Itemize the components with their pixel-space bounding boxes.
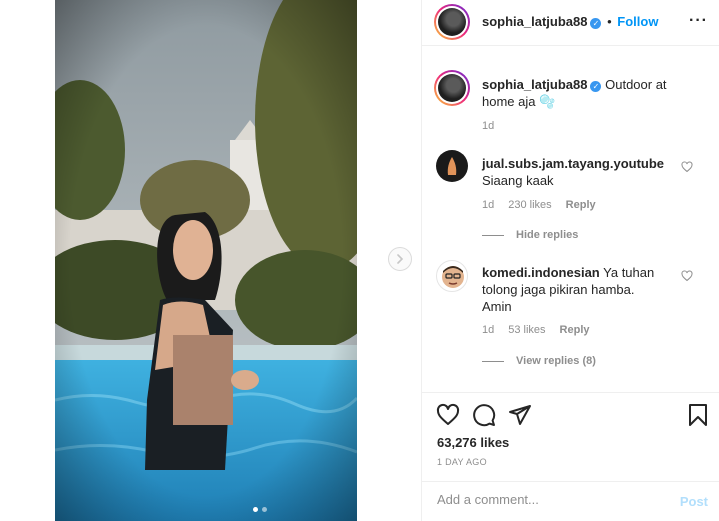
comment-text: Siaang kaak bbox=[482, 173, 554, 188]
commenter-avatar[interactable] bbox=[436, 260, 468, 292]
comment-composer: Post bbox=[422, 481, 719, 521]
caption-age: 1d bbox=[482, 120, 495, 132]
commenter-username[interactable]: komedi.indonesian bbox=[482, 265, 600, 280]
comment-like-heart-icon[interactable] bbox=[681, 270, 693, 282]
comment-body: jual.subs.jam.tayang.youtube Siaang kaak bbox=[482, 155, 664, 189]
verified-badge-icon: ✓ bbox=[590, 81, 602, 92]
send-icon[interactable] bbox=[508, 403, 532, 427]
comment-likes[interactable]: 230 likes bbox=[508, 199, 551, 211]
follow-button[interactable]: Follow bbox=[617, 14, 658, 29]
comment-meta: 1d 53 likes Reply bbox=[482, 324, 604, 336]
post-actions: 63,276 likes 1 DAY AGO Post bbox=[422, 392, 719, 521]
comment-age: 1d bbox=[482, 324, 495, 336]
post-sidebar: sophia_latjuba88 ✓ • Follow ··· sophia_la… bbox=[421, 0, 719, 521]
comment-text-line-1: Ya tuhan bbox=[603, 265, 655, 280]
comment-meta: 1d 230 likes Reply bbox=[482, 199, 610, 211]
more-options-icon[interactable]: ··· bbox=[689, 12, 708, 30]
post-photo-illustration bbox=[55, 0, 357, 521]
reply-button[interactable]: Reply bbox=[566, 199, 596, 211]
comment-icon[interactable] bbox=[472, 403, 496, 427]
likes-count[interactable]: 63,276 likes bbox=[437, 435, 509, 450]
comment-body: komedi.indonesian Ya tuhan tolong jaga p… bbox=[482, 264, 682, 315]
hide-replies-toggle[interactable]: Hide replies bbox=[482, 229, 578, 241]
comment-text-line-3: Amin bbox=[482, 299, 512, 314]
author-username[interactable]: sophia_latjuba88 bbox=[482, 14, 587, 29]
post-comment-button[interactable]: Post bbox=[680, 494, 708, 509]
view-replies-label: View replies (8) bbox=[516, 355, 596, 367]
post-timestamp[interactable]: 1 DAY AGO bbox=[437, 457, 487, 467]
carousel-dot-active bbox=[253, 507, 258, 512]
hide-replies-label: Hide replies bbox=[516, 229, 579, 241]
dot-separator: • bbox=[607, 14, 612, 29]
carousel-indicator bbox=[253, 507, 267, 512]
comment-likes[interactable]: 53 likes bbox=[508, 324, 545, 336]
view-replies-toggle[interactable]: View replies (8) bbox=[482, 355, 596, 367]
caption-author-avatar[interactable] bbox=[434, 70, 470, 106]
media-pane bbox=[0, 0, 421, 521]
comment-text-line-2: tolong jaga pikiran hamba. bbox=[482, 282, 635, 297]
caption-username[interactable]: sophia_latjuba88 bbox=[482, 77, 587, 92]
chevron-right-icon bbox=[397, 254, 404, 264]
caption-emoji: 🫧 bbox=[539, 94, 556, 109]
verified-badge-icon: ✓ bbox=[590, 18, 602, 29]
comment-age: 1d bbox=[482, 199, 495, 211]
add-comment-input[interactable] bbox=[437, 492, 657, 507]
prayer-hands-icon bbox=[447, 157, 457, 175]
caption: sophia_latjuba88 ✓ Outdoor at home aja 🫧 bbox=[482, 76, 682, 110]
bookmark-icon[interactable] bbox=[686, 403, 710, 427]
carousel-dot bbox=[262, 507, 267, 512]
heart-icon[interactable] bbox=[436, 403, 460, 427]
author-avatar[interactable] bbox=[434, 4, 470, 40]
post-photo[interactable] bbox=[55, 0, 357, 521]
comment-like-heart-icon[interactable] bbox=[681, 161, 693, 173]
post-header: sophia_latjuba88 ✓ • Follow ··· bbox=[422, 0, 719, 46]
commenter-username[interactable]: jual.subs.jam.tayang.youtube bbox=[482, 155, 664, 172]
face-avatar-icon bbox=[442, 266, 464, 288]
reply-button[interactable]: Reply bbox=[560, 324, 590, 336]
next-slide-button[interactable] bbox=[388, 247, 412, 271]
header-user-line: sophia_latjuba88 ✓ • Follow bbox=[482, 14, 658, 29]
commenter-avatar[interactable] bbox=[436, 150, 468, 182]
